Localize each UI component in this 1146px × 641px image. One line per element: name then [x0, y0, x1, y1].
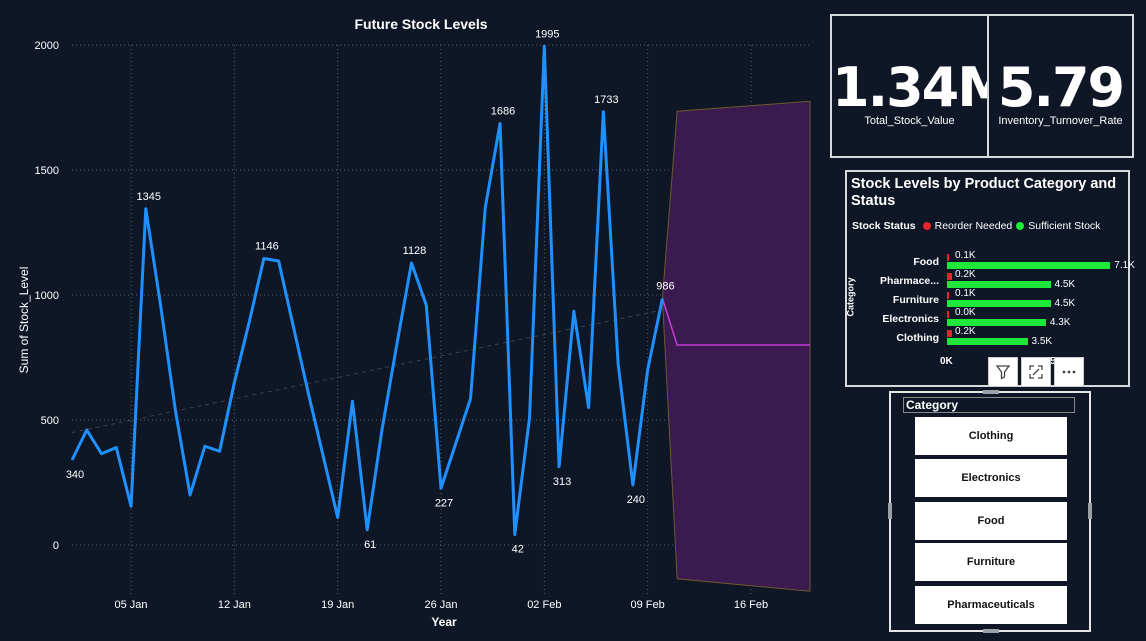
bar-chart-title: Stock Levels by Product Category and Sta…: [851, 176, 1117, 209]
data-label: 42: [512, 544, 524, 556]
slicer-item-food[interactable]: Food: [915, 502, 1067, 540]
line-chart-title: Future Stock Levels: [354, 16, 487, 32]
slicer-item-pharmaceuticals[interactable]: Pharmaceuticals: [915, 586, 1067, 624]
category-label: Food: [913, 256, 939, 268]
visual-header-toolbar: [988, 357, 1087, 387]
data-label: 1995: [535, 28, 559, 40]
stock-by-category-chart[interactable]: Stock Levels by Product Category and Sta…: [845, 170, 1135, 387]
bar-label-reorder: 0.1K: [955, 288, 976, 299]
resize-handle-bottom[interactable]: [983, 629, 999, 633]
x-tick-label: 05 Jan: [115, 599, 148, 611]
data-label: 1345: [137, 191, 161, 203]
bar-sufficient-stock[interactable]: [947, 300, 1051, 307]
future-stock-levels-chart[interactable]: Future Stock Levels 0 500 1000 1500 2000 05 …: [0, 0, 830, 641]
data-label: 1733: [594, 94, 618, 106]
bar-label-sufficient: 7.1K: [1114, 260, 1135, 271]
data-label: 1128: [403, 245, 427, 257]
category-label: Clothing: [896, 332, 939, 344]
bar-label-reorder: 0.2K: [955, 269, 976, 280]
kpi-label: Total_Stock_Value: [864, 115, 955, 127]
bar-sufficient-stock[interactable]: [947, 281, 1051, 288]
stock-level-line[interactable]: [70, 44, 664, 536]
data-label: 1686: [491, 106, 515, 118]
x-tick-label: 16 Feb: [734, 599, 768, 611]
bar-label-reorder: 0.1K: [955, 250, 976, 261]
y-tick-label: 0: [53, 540, 59, 552]
data-label: 227: [435, 497, 453, 509]
bar-label-reorder: 0.2K: [955, 326, 976, 337]
y-tick-label: 1000: [35, 290, 59, 302]
slicer-item-electronics[interactable]: Electronics: [915, 459, 1067, 497]
data-label: 61: [364, 539, 376, 551]
legend: Stock Status Reorder Needed Sufficient S…: [852, 220, 1100, 232]
forecast-band: [661, 100, 811, 592]
resize-handle-right[interactable]: [1088, 503, 1092, 519]
kpi-label: Inventory_Turnover_Rate: [998, 115, 1123, 127]
x-tick-label: 12 Jan: [218, 599, 251, 611]
y-tick-label: 500: [41, 415, 59, 427]
bar-label-sufficient: 4.3K: [1049, 317, 1071, 328]
bar-sufficient-stock[interactable]: [947, 319, 1046, 326]
legend-title: Stock Status: [852, 220, 916, 232]
focus-mode-icon[interactable]: [1021, 357, 1051, 387]
legend-dot-reorder: [922, 222, 931, 230]
bar-label-sufficient: 4.5K: [1054, 298, 1076, 309]
data-label: 1146: [255, 241, 279, 253]
bar-label-sufficient: 4.5K: [1054, 279, 1076, 290]
slicer-item-clothing[interactable]: Clothing: [915, 417, 1067, 455]
bar-sufficient-stock[interactable]: [947, 262, 1111, 269]
slicer-item-furniture[interactable]: Furniture: [915, 543, 1067, 581]
bar-reorder-needed[interactable]: [947, 292, 950, 299]
kpi-value: 5.79: [997, 56, 1125, 119]
resize-handle-top[interactable]: [983, 390, 999, 394]
bar-reorder-needed[interactable]: [947, 311, 949, 318]
legend-item-sufficient[interactable]: Sufficient Stock: [1028, 220, 1100, 232]
bar-label-reorder: 0.0K: [955, 307, 976, 318]
x-tick-label: 19 Jan: [321, 599, 354, 611]
bar-sufficient-stock[interactable]: [947, 338, 1028, 345]
data-label: 340: [66, 469, 84, 481]
bar-reorder-needed[interactable]: [947, 273, 952, 280]
kpi-card-total-stock-value[interactable]: 1.34M Total_Stock_Value: [830, 14, 1011, 158]
kpi-card-inventory-turnover[interactable]: 5.79 Inventory_Turnover_Rate: [987, 14, 1134, 158]
data-label: 313: [553, 476, 571, 488]
trend-line: [71, 309, 663, 433]
x-tick-0k: 0K: [940, 356, 953, 367]
legend-item-reorder[interactable]: Reorder Needed: [935, 220, 1013, 232]
x-axis-title: Year: [431, 615, 457, 629]
x-tick-label: 26 Jan: [424, 599, 457, 611]
bar-reorder-needed[interactable]: [947, 330, 952, 337]
bar-reorder-needed[interactable]: [947, 254, 950, 261]
kpi-value: 1.34M: [832, 56, 1011, 119]
category-label: Furniture: [892, 294, 939, 306]
bar-label-sufficient: 3.5K: [1031, 336, 1053, 347]
category-label: Pharmace...: [880, 275, 939, 287]
filter-icon[interactable]: [988, 357, 1018, 387]
x-tick-label: 09 Feb: [631, 599, 665, 611]
y-tick-label: 1500: [35, 165, 59, 177]
slicer-title: Category: [903, 397, 1075, 413]
x-tick-label: 02 Feb: [527, 599, 561, 611]
data-label: 986: [656, 281, 674, 293]
resize-handle-left[interactable]: [888, 503, 892, 519]
data-label: 240: [627, 494, 645, 506]
legend-dot-sufficient: [1016, 222, 1025, 230]
more-options-icon[interactable]: [1054, 357, 1084, 387]
y-tick-label: 2000: [35, 40, 59, 52]
y-axis-title: Sum of Stock_Level: [17, 267, 31, 374]
category-label: Electronics: [882, 313, 939, 325]
category-slicer[interactable]: Category Clothing Electronics Food Furni…: [888, 390, 1092, 633]
